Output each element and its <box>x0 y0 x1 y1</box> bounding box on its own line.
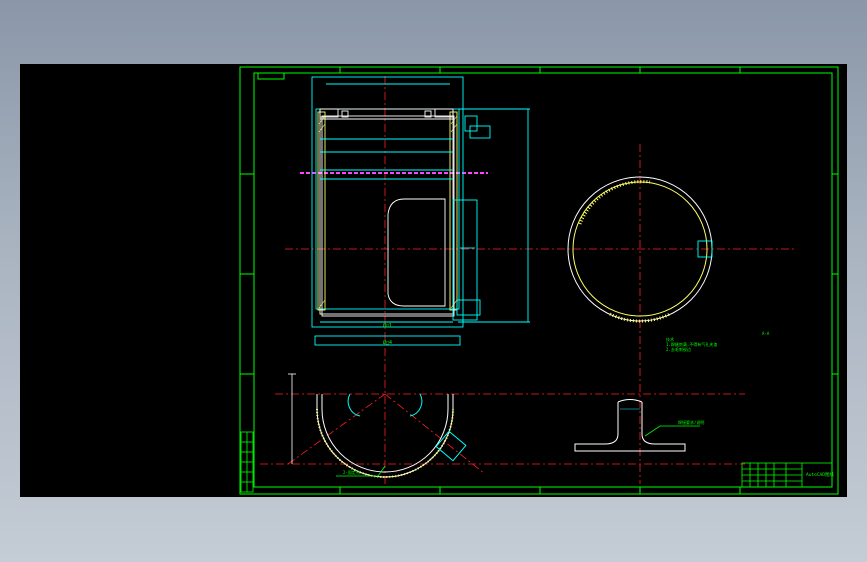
front-view <box>311 76 530 346</box>
revision-strip <box>240 431 254 493</box>
bottom-view <box>288 373 467 478</box>
centerlines <box>260 76 795 486</box>
note-line-3: 2.去毛刺锐边 <box>666 346 691 352</box>
cad-drawing-icon: AutoCAD图纸 Ø□1 Ø□4 A-A 技术 1.焊缝饱满,不得有气孔夹渣 … <box>239 66 839 495</box>
title-block-name: AutoCAD图纸 <box>806 471 834 478</box>
sheet-frame <box>239 66 839 495</box>
bracket-profile <box>574 399 700 452</box>
leader-note: 2-固定孔 <box>343 469 360 475</box>
view-tag: A-A <box>762 331 770 336</box>
weld-note: 焊接要求/说明 <box>678 419 704 425</box>
dim-label-a: Ø□1 <box>383 322 392 329</box>
dim-label-b: Ø□4 <box>383 339 392 346</box>
cad-viewport[interactable]: AutoCAD图纸 Ø□1 Ø□4 A-A 技术 1.焊缝饱满,不得有气孔夹渣 … <box>20 64 847 497</box>
